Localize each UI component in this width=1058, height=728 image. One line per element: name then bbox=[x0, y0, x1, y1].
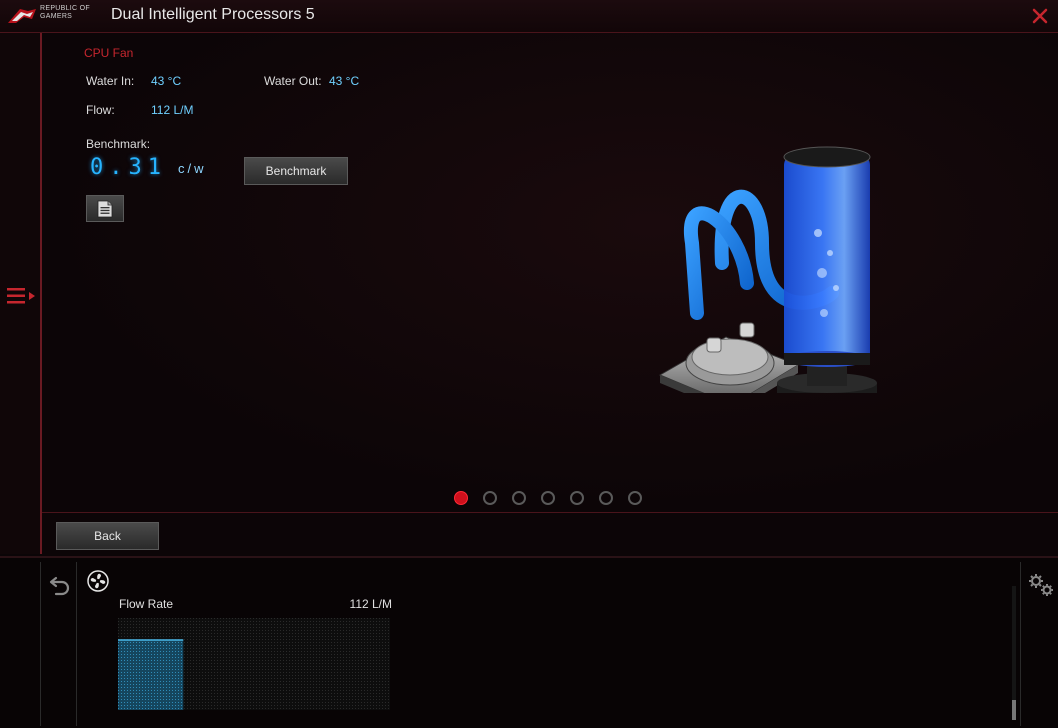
side-rail bbox=[0, 33, 42, 554]
section-title: CPU Fan bbox=[84, 46, 134, 60]
water-out-value: 43 °C bbox=[329, 74, 360, 88]
back-button[interactable]: Back bbox=[56, 522, 159, 550]
document-icon bbox=[97, 200, 113, 218]
flow-value: 112 L/M bbox=[151, 103, 194, 117]
undo-icon[interactable] bbox=[47, 574, 71, 598]
page-dot-4[interactable] bbox=[541, 491, 555, 505]
title-bar: REPUBLIC OF GAMERS Dual Intelligent Proc… bbox=[0, 0, 1058, 33]
page-dot-1[interactable] bbox=[454, 491, 468, 505]
app-title: Dual Intelligent Processors 5 bbox=[111, 6, 315, 23]
page-dot-2[interactable] bbox=[483, 491, 497, 505]
flow-rate-value: 112 L/M bbox=[349, 597, 392, 611]
flow-rate-fill bbox=[118, 640, 184, 710]
settings-column bbox=[1020, 562, 1058, 726]
benchmark-button[interactable]: Benchmark bbox=[244, 157, 348, 185]
flow-rate-label: Flow Rate bbox=[119, 597, 174, 611]
scrollbar-thumb[interactable] bbox=[1012, 700, 1016, 720]
close-icon[interactable] bbox=[1030, 6, 1050, 26]
water-in-label: Water In: bbox=[86, 74, 135, 88]
undo-column bbox=[40, 562, 77, 726]
page-indicator bbox=[454, 491, 654, 507]
page-dot-7[interactable] bbox=[628, 491, 642, 505]
benchmark-label: Benchmark: bbox=[86, 137, 151, 151]
fan-icon[interactable] bbox=[87, 570, 109, 592]
flow-label: Flow: bbox=[86, 103, 115, 117]
gear-icon[interactable] bbox=[1027, 572, 1055, 598]
flow-rate-chart bbox=[118, 618, 390, 710]
page-dot-3[interactable] bbox=[512, 491, 526, 505]
water-in-value: 43 °C bbox=[151, 74, 182, 88]
main-panel: CPU Fan Water In: 43 °C Water Out: 43 °C… bbox=[42, 33, 1058, 512]
water-cooling-illustration bbox=[658, 146, 877, 393]
footer-bar: Back bbox=[42, 512, 1058, 555]
page-dot-6[interactable] bbox=[599, 491, 613, 505]
benchmark-value: 0.31 bbox=[90, 155, 167, 180]
rog-brand-text: REPUBLIC OF GAMERS bbox=[40, 5, 90, 20]
benchmark-unit: c/w bbox=[178, 161, 207, 176]
document-button[interactable] bbox=[86, 195, 124, 222]
menu-toggle-icon[interactable] bbox=[5, 285, 37, 307]
bottom-panel: Flow Rate 112 L/M bbox=[0, 556, 1058, 728]
page-dot-5[interactable] bbox=[570, 491, 584, 505]
water-out-label: Water Out: bbox=[264, 74, 322, 88]
